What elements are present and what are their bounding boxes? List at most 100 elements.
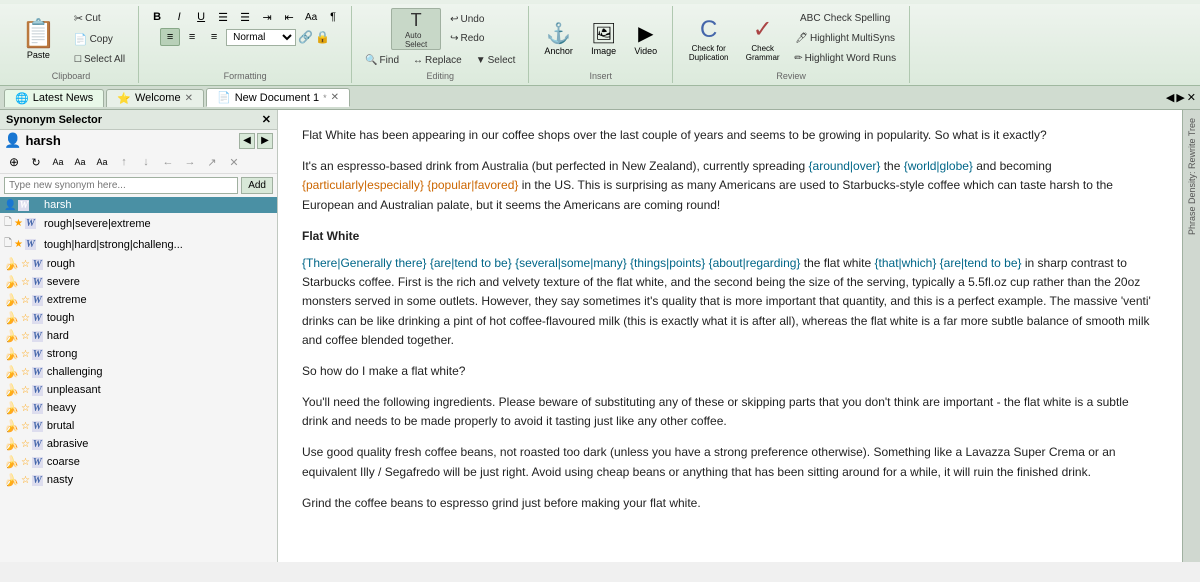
list-item-hard[interactable]: 🍌 ☆ W hard — [0, 327, 277, 345]
tab-welcome-close[interactable]: ✕ — [185, 93, 193, 104]
image-label: Image — [591, 46, 616, 56]
editing-group: T AutoSelect ↩ Undo ↪ Redo — [352, 6, 529, 83]
fontsize-up-button[interactable]: Aa — [301, 8, 321, 26]
select-button[interactable]: ▼ Select — [471, 52, 521, 69]
highlight-world-globe: {world|globe} — [904, 159, 973, 173]
style-select[interactable]: Normal — [226, 29, 296, 46]
list-item-brutal[interactable]: 🍌 ☆ W brutal — [0, 417, 277, 435]
highlight-word-button[interactable]: ✏ Highlight Word Runs — [789, 50, 901, 67]
italic-button[interactable]: I — [169, 8, 189, 26]
replace-button[interactable]: ↔ Replace — [408, 52, 467, 69]
video-button[interactable]: ▶ Video — [627, 18, 664, 59]
synonym-add-button[interactable]: Add — [241, 177, 273, 194]
indent-button[interactable]: ⇥ — [257, 8, 277, 26]
tough-icons: 🍌 ☆ W — [4, 311, 43, 325]
toolbar-icon-up[interactable]: ↑ — [114, 153, 134, 171]
list-item-unpleasant[interactable]: 🍌 ☆ W unpleasant — [0, 381, 277, 399]
list-item-tough[interactable]: 🍌 ☆ W tough — [0, 309, 277, 327]
panel-close[interactable]: ✕ — [262, 113, 271, 126]
align-right-button[interactable]: ≡ — [204, 28, 224, 46]
toolbar-icon-1[interactable]: ⊕ — [4, 153, 24, 171]
synonym-list: 👤 W harsh 🗋 ★ W rough|severe|extreme 🗋 ★… — [0, 197, 277, 562]
list-item-rough[interactable]: 🍌 ☆ W rough — [0, 255, 277, 273]
dict-icon-strong: W — [32, 349, 43, 360]
align-left-button[interactable]: ≡ — [160, 28, 180, 46]
list-item-coarse[interactable]: 🍌 ☆ W coarse — [0, 453, 277, 471]
bold-button[interactable]: B — [147, 8, 167, 26]
search-word-text: harsh — [25, 133, 60, 148]
welcome-icon: ⭐ — [117, 92, 131, 105]
list-item-extreme[interactable]: 🍌 ☆ W extreme — [0, 291, 277, 309]
challenging-icons: 🍌 ☆ W — [4, 365, 43, 379]
anchor-label: Anchor — [544, 46, 573, 56]
toolbar-icon-fonttiny[interactable]: Aa — [92, 153, 112, 171]
document-area[interactable]: Flat White has been appearing in our cof… — [278, 110, 1182, 562]
select-label: Select — [488, 55, 516, 66]
undo-button[interactable]: ↩ Undo — [445, 11, 489, 28]
cut-button[interactable]: ✂ Cut — [69, 9, 130, 28]
main-area: Synonym Selector ✕ 👤 harsh ◀ ▶ ⊕ ↻ Aa Aa… — [0, 110, 1200, 562]
para-5: You'll need the following ingredients. P… — [302, 393, 1152, 431]
check-duplication-button[interactable]: C Check forDuplication — [681, 13, 736, 65]
list-item-tough-group[interactable]: 🗋 ★ W tough|hard|strong|challeng... — [0, 234, 277, 255]
toolbar-icon-fontsize[interactable]: Aa — [48, 153, 68, 171]
outdent-button[interactable]: ⇤ — [279, 8, 299, 26]
star-icon-abrasive: ☆ — [21, 439, 30, 450]
tab-nav-left[interactable]: ◀ — [1166, 91, 1174, 104]
word-nav-next[interactable]: ▶ — [257, 133, 273, 149]
edit-row-2: 🔍 Find ↔ Replace ▼ Select — [360, 52, 520, 69]
word-nav-prev[interactable]: ◀ — [239, 133, 255, 149]
toolbar-icon-right[interactable]: → — [180, 153, 200, 171]
highlight-multi-button[interactable]: 🖊 Highlight MultiSyns — [789, 30, 901, 47]
paragraph-button[interactable]: ¶ — [323, 8, 343, 26]
select-all-button[interactable]: ☐ Select All — [69, 51, 130, 68]
list-item-strong[interactable]: 🍌 ☆ W strong — [0, 345, 277, 363]
list2-button[interactable]: ☰ — [235, 8, 255, 26]
editing-label: Editing — [426, 71, 454, 81]
tab-expand[interactable]: ✕ — [1187, 91, 1196, 104]
formatting-group: B I U ☰ ☰ ⇥ ⇤ Aa ¶ ≡ ≡ ≡ Normal 🔗 🔒 — [139, 6, 352, 83]
clipboard-content: 📋 Paste ✂ Cut 📄 Copy ☐ Select All — [12, 8, 130, 69]
dict-icon-heavy: W — [32, 403, 43, 414]
chain-icon: 🔗 — [298, 30, 313, 44]
list-item-abrasive[interactable]: 🍌 ☆ W abrasive — [0, 435, 277, 453]
star-icon-2: ★ — [14, 239, 23, 250]
new-doc-icon: 📄 — [217, 91, 231, 104]
list-item-challenging[interactable]: 🍌 ☆ W challenging — [0, 363, 277, 381]
toolbar-icon-export[interactable]: ↗ — [202, 153, 222, 171]
image-button[interactable]: 🖼 Image — [584, 18, 623, 59]
list-item-harsh[interactable]: 👤 W harsh — [0, 197, 277, 213]
page-icon-2: 🗋 — [4, 236, 12, 253]
auto-select-button[interactable]: T AutoSelect — [391, 8, 441, 50]
underline-button[interactable]: U — [191, 8, 211, 26]
redo-button[interactable]: ↪ Redo — [445, 30, 489, 47]
synonym-search-input[interactable] — [4, 177, 238, 194]
toolbar-icon-down[interactable]: ↓ — [136, 153, 156, 171]
list-item-severe[interactable]: 🍌 ☆ W severe — [0, 273, 277, 291]
tab-latest-news[interactable]: 🌐 Latest News — [4, 89, 104, 107]
nasty-label: nasty — [47, 474, 73, 486]
coarse-label: coarse — [47, 456, 80, 468]
tab-new-document-close[interactable]: ✕ — [331, 92, 339, 103]
anchor-button[interactable]: ⚓ Anchor — [537, 18, 580, 59]
tab-new-document[interactable]: 📄 New Document 1 * ✕ — [206, 88, 350, 107]
toolbar-icon-left[interactable]: ← — [158, 153, 178, 171]
list-button[interactable]: ☰ — [213, 8, 233, 26]
list-item-heavy[interactable]: 🍌 ☆ W heavy — [0, 399, 277, 417]
toolbar-icon-fontsmall[interactable]: Aa — [70, 153, 90, 171]
list-item-rough-group[interactable]: 🗋 ★ W rough|severe|extreme — [0, 213, 277, 234]
tab-welcome[interactable]: ⭐ Welcome ✕ — [106, 89, 204, 107]
star-icon-tough: ☆ — [21, 313, 30, 324]
align-center-button[interactable]: ≡ — [182, 28, 202, 46]
toolbar-icon-x[interactable]: ✕ — [224, 153, 244, 171]
list-item-nasty[interactable]: 🍌 ☆ W nasty — [0, 471, 277, 489]
check-grammar-button[interactable]: ✓ CheckGrammar — [740, 12, 785, 65]
paste-button[interactable]: 📋 Paste — [12, 14, 65, 63]
dict-icon-coarse: W — [32, 457, 43, 468]
check-spelling-button[interactable]: ABC Check Spelling — [789, 10, 901, 27]
copy-button[interactable]: 📄 Copy — [69, 30, 130, 49]
highlight-popular: {popular|favored} — [427, 178, 518, 192]
toolbar-icon-refresh[interactable]: ↻ — [26, 153, 46, 171]
tab-nav-right[interactable]: ▶ — [1176, 91, 1184, 104]
find-button[interactable]: 🔍 Find — [360, 52, 404, 69]
